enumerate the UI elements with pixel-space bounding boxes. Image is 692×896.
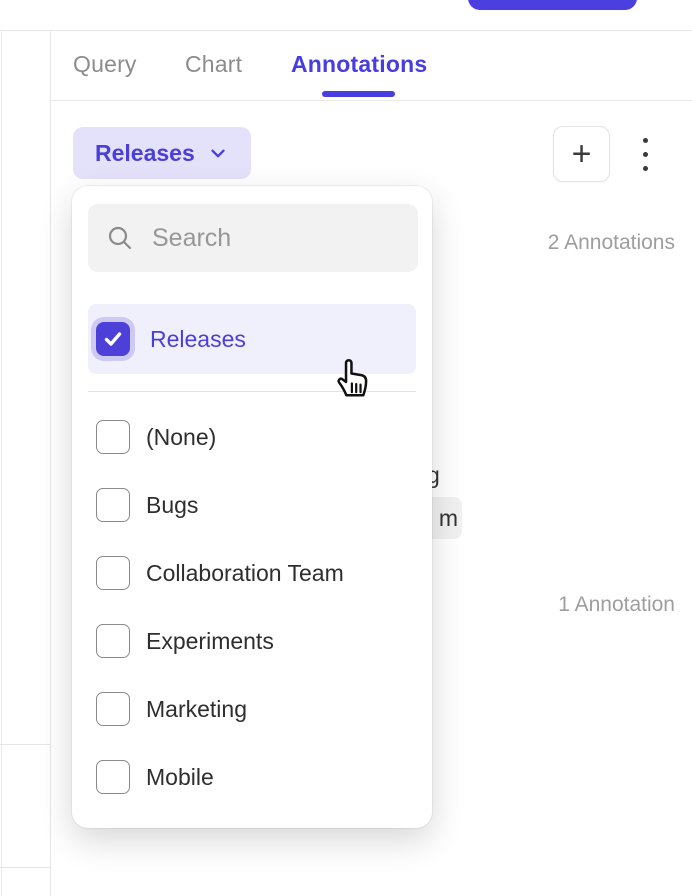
dropdown-option-list: (None) Bugs Collaboration Team Experimen…	[96, 419, 416, 827]
tab-chart[interactable]: Chart	[185, 50, 242, 78]
option-label: Releases	[150, 326, 246, 353]
chevron-down-icon	[207, 142, 229, 164]
option-label: Mobile	[146, 764, 214, 791]
dropdown-option-mobile[interactable]: Mobile	[96, 759, 416, 795]
checkbox-unchecked[interactable]	[96, 556, 130, 590]
checkbox-checked[interactable]	[96, 322, 130, 356]
checkbox-unchecked[interactable]	[96, 692, 130, 726]
left-rail-row-divider	[0, 867, 50, 868]
tabs-divider	[50, 100, 692, 101]
option-label: Experiments	[146, 628, 274, 655]
search-field[interactable]	[88, 204, 418, 272]
checkbox-unchecked[interactable]	[96, 624, 130, 658]
left-rail-outer-border	[1, 31, 2, 896]
dropdown-divider	[88, 391, 416, 392]
annotation-group-count: 1 Annotation	[558, 593, 675, 617]
search-input[interactable]	[152, 224, 474, 253]
option-label: Bugs	[146, 492, 198, 519]
dropdown-option-collaboration-team[interactable]: Collaboration Team	[96, 555, 416, 591]
active-tab-indicator	[322, 91, 395, 97]
dropdown-option-marketing[interactable]: Marketing	[96, 691, 416, 727]
header-divider	[0, 30, 692, 31]
dropdown-option-bugs[interactable]: Bugs	[96, 487, 416, 523]
left-rail-row-divider	[0, 744, 50, 745]
tab-query[interactable]: Query	[73, 50, 137, 78]
category-filter-button[interactable]: Releases	[73, 127, 251, 179]
option-label: Collaboration Team	[146, 560, 344, 587]
option-label: Marketing	[146, 696, 247, 723]
category-filter-dropdown: Releases (None) Bugs Collaboration Team …	[72, 186, 432, 828]
dropdown-option-releases[interactable]: Releases	[88, 304, 416, 374]
left-rail-divider	[50, 31, 51, 896]
checkbox-unchecked[interactable]	[96, 420, 130, 454]
primary-action-button[interactable]	[468, 0, 637, 10]
annotation-group-count: 2 Annotations	[548, 231, 675, 255]
checkbox-unchecked[interactable]	[96, 760, 130, 794]
category-filter-label: Releases	[95, 140, 195, 167]
add-annotation-button[interactable]: +	[553, 126, 610, 182]
kebab-icon[interactable]	[633, 128, 657, 180]
checkbox-unchecked[interactable]	[96, 488, 130, 522]
search-icon	[106, 224, 134, 252]
dropdown-option-none[interactable]: (None)	[96, 419, 416, 455]
tab-annotations[interactable]: Annotations	[291, 50, 427, 78]
dropdown-option-experiments[interactable]: Experiments	[96, 623, 416, 659]
option-label: (None)	[146, 424, 216, 451]
